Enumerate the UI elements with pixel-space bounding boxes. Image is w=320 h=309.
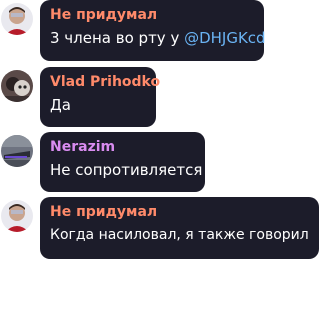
message-text: 3 члена во рту у @DHJGKcd (50, 29, 266, 47)
message-bubble: Nerazim Не сопротивляется (40, 132, 205, 192)
message-author[interactable]: Не придумал (50, 204, 309, 221)
message-text: Когда насиловал, я также говорил (50, 227, 309, 243)
message-author[interactable]: Nerazim (50, 139, 195, 156)
avatar-photo-icon (1, 200, 33, 232)
message-text: Не сопротивляется (50, 161, 203, 179)
avatar-nerazim[interactable] (1, 135, 33, 167)
avatar-vlad-prihodko[interactable] (1, 70, 33, 102)
avatar-photo-icon (1, 3, 33, 35)
avatar-photo-icon (1, 135, 33, 167)
avatar-ne-pridumal[interactable] (1, 200, 33, 232)
message-author[interactable]: Не придумал (50, 7, 254, 24)
message-author[interactable]: Vlad Prihodko (50, 74, 160, 91)
avatar-ne-pridumal[interactable] (1, 3, 33, 35)
avatar-photo-icon (1, 70, 33, 102)
mention-link[interactable]: @DHJGKcd (184, 29, 265, 47)
message-text: Да (50, 96, 71, 114)
message-bubble: Не придумал 3 члена во рту у @DHJGKcd (40, 0, 266, 61)
message-bubble: Vlad Prihodko Да (40, 67, 160, 127)
message-bubble: Не придумал Когда насиловал, я также гов… (40, 197, 319, 259)
